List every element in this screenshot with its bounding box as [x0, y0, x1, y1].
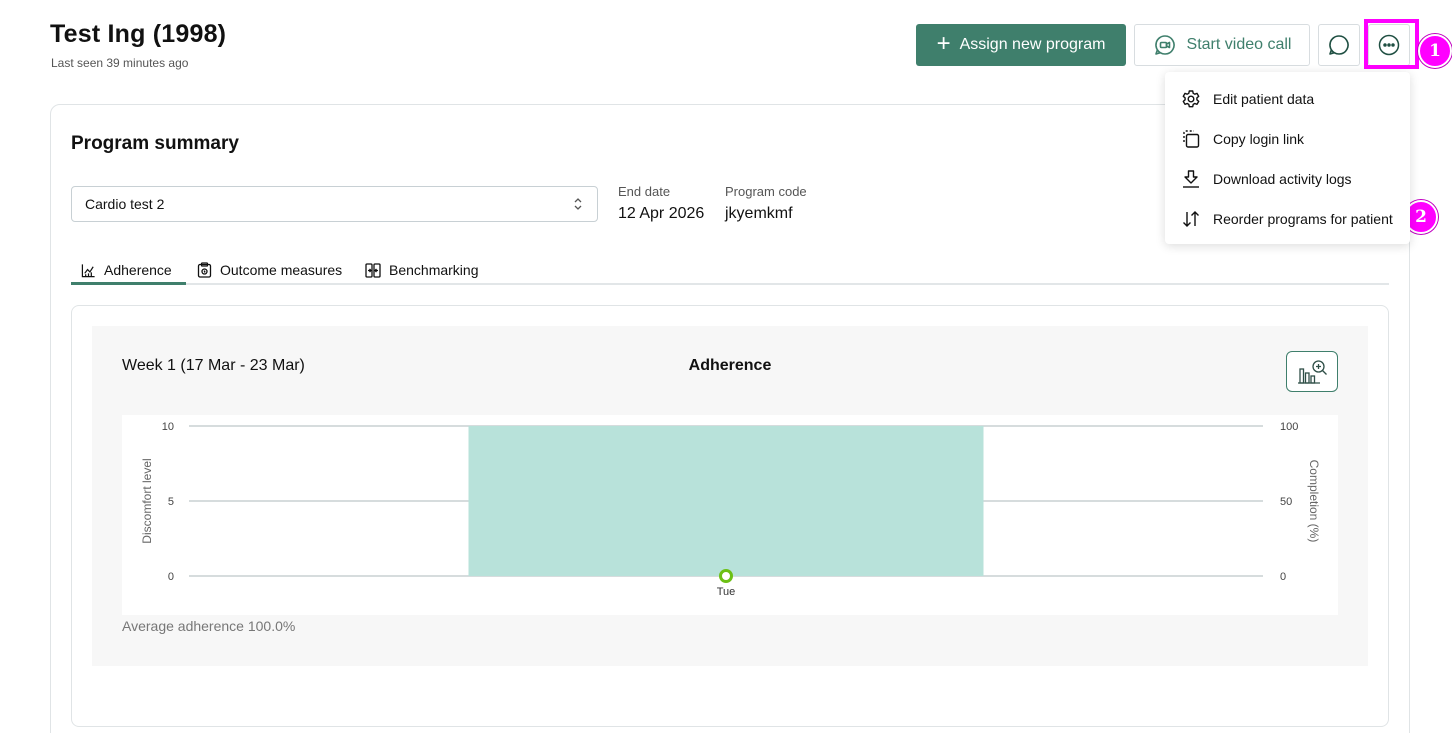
- menu-item-download-activity-logs[interactable]: Download activity logs: [1165, 159, 1410, 199]
- y-left-tick-label: 10: [162, 421, 174, 433]
- y-right-tick-label: 100: [1280, 421, 1298, 433]
- completion-bar: [468, 426, 984, 576]
- x-tick-label: Tue: [717, 586, 736, 598]
- menu-item-label: Download activity logs: [1213, 171, 1352, 187]
- gear-icon: [1182, 90, 1200, 108]
- y-left-axis-label: Discomfort level: [140, 458, 154, 543]
- menu-item-reorder-programs[interactable]: Reorder programs for patient: [1165, 199, 1410, 239]
- more-options-menu: Edit patient data Copy login link Downlo…: [1165, 72, 1410, 244]
- menu-item-label: Reorder programs for patient: [1213, 211, 1393, 227]
- step-badge-1: 1: [1418, 34, 1452, 68]
- y-right-tick-label: 50: [1280, 496, 1292, 508]
- menu-item-copy-login-link[interactable]: Copy login link: [1165, 119, 1410, 159]
- reorder-icon: [1183, 211, 1199, 227]
- menu-item-edit-patient-data[interactable]: Edit patient data: [1165, 79, 1410, 119]
- y-right-axis-label: Completion (%): [1307, 460, 1321, 543]
- copy-icon: [1183, 130, 1200, 148]
- y-right-tick-label: 0: [1280, 571, 1286, 583]
- y-left-tick-label: 5: [168, 496, 174, 508]
- menu-item-label: Edit patient data: [1213, 91, 1315, 107]
- download-icon: [1183, 170, 1199, 188]
- discomfort-point: [719, 569, 733, 583]
- menu-item-label: Copy login link: [1213, 131, 1305, 147]
- highlight-more-options: [1364, 19, 1419, 69]
- y-left-tick-label: 0: [168, 571, 174, 583]
